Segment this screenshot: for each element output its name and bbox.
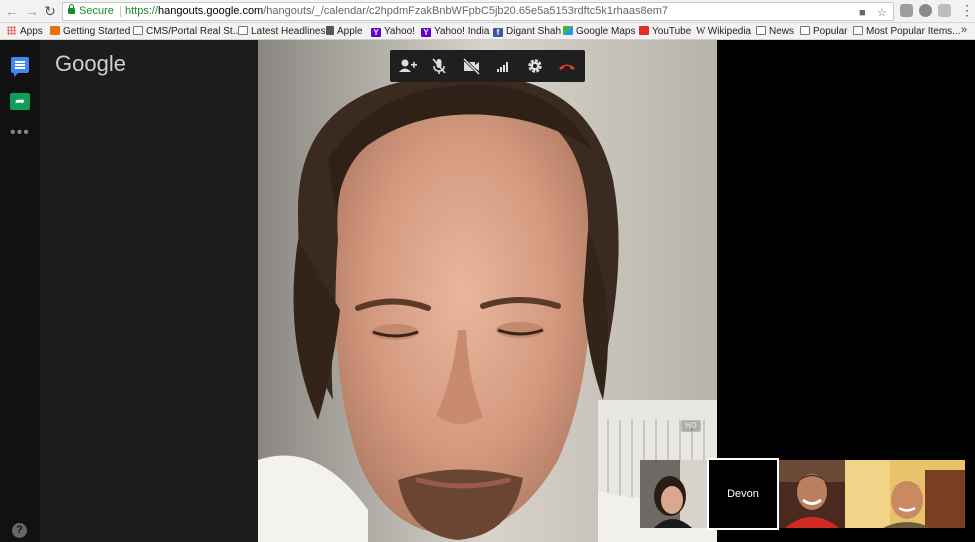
bookmark-cms-portal[interactable]: CMS/Portal Real St... [133, 25, 241, 38]
browser-menu-icon[interactable]: ⋮ [960, 3, 974, 17]
apps-grid-icon [7, 26, 16, 35]
youtube-icon [639, 26, 649, 35]
mute-mic-icon[interactable] [423, 50, 455, 82]
firefox-icon [50, 26, 60, 35]
participant-thumbnail[interactable] [640, 460, 707, 528]
facebook-icon: f [493, 28, 503, 37]
participant-thumbnail[interactable] [779, 460, 845, 528]
folder-icon [238, 26, 248, 35]
address-bar[interactable]: Secure https://hangouts.google.com/hango… [62, 2, 894, 21]
folder-icon [853, 26, 863, 35]
signal-icon[interactable] [487, 50, 519, 82]
camera-icon[interactable]: ■ [859, 5, 866, 20]
bookmark-latest-headlines[interactable]: Latest Headlines [238, 25, 326, 38]
bookmark-apps[interactable]: Apps [7, 25, 43, 38]
lock-icon [68, 4, 75, 15]
bookmark-getting-started[interactable]: Getting Started [50, 25, 130, 38]
video-off-icon[interactable] [455, 50, 487, 82]
reload-icon[interactable]: ↻ [42, 3, 58, 19]
bookmark-yahoo-india[interactable]: Y Yahoo! India [421, 25, 489, 38]
bookmark-google-maps[interactable]: Google Maps [563, 25, 635, 38]
call-toolbar [390, 50, 585, 82]
screen-share-icon[interactable]: ➦ [10, 93, 30, 110]
shield-icon[interactable] [938, 4, 951, 17]
browser-toolbar: ← → ↻ Secure https://hangouts.google.com… [0, 0, 975, 23]
bookmark-news[interactable]: News [756, 25, 794, 38]
url-text: https://hangouts.google.com/hangouts/_/c… [125, 5, 669, 17]
forward-icon[interactable]: → [24, 3, 40, 19]
hangouts-rail [0, 40, 40, 542]
bookmark-popular[interactable]: Popular [800, 25, 847, 38]
extension-icon[interactable] [919, 4, 932, 17]
yahoo-icon: Y [371, 28, 381, 37]
bookmark-youtube[interactable]: YouTube [639, 25, 691, 38]
maps-icon [563, 26, 573, 35]
folder-icon [133, 26, 143, 35]
add-person-icon[interactable] [391, 50, 423, 82]
secure-label: Secure [79, 5, 114, 17]
bookmark-digant-shah[interactable]: f Digant Shah [493, 25, 561, 38]
more-options-icon[interactable]: ••• [10, 125, 30, 141]
bookmarks-bar: Apps Getting Started CMS/Portal Real St.… [0, 23, 975, 40]
yahoo-icon: Y [421, 28, 431, 37]
hangouts-sidebar [40, 40, 258, 542]
google-logo: Google [55, 51, 126, 76]
wikipedia-icon: W [696, 26, 708, 37]
settings-icon[interactable] [519, 50, 551, 82]
help-icon[interactable]: ? [12, 523, 27, 538]
hang-up-icon[interactable] [551, 50, 583, 82]
apple-icon [326, 26, 334, 35]
folder-icon [756, 26, 766, 35]
chat-icon[interactable] [11, 57, 29, 77]
extension-icon[interactable] [900, 4, 913, 17]
bookmark-apple[interactable]: Apple [326, 25, 363, 38]
participant-thumbnail[interactable] [845, 460, 965, 528]
bookmark-yahoo[interactable]: Y Yahoo! [371, 25, 415, 38]
divider [120, 6, 121, 17]
bookmark-most-popular[interactable]: Most Popular Items... [853, 25, 960, 38]
bookmark-wikipedia[interactable]: W Wikipedia [696, 25, 751, 38]
back-icon[interactable]: ← [4, 3, 20, 19]
bookmark-star-icon[interactable]: ☆ [877, 5, 887, 20]
bookmarks-overflow-icon[interactable]: » [961, 24, 967, 36]
folder-icon [800, 26, 810, 35]
participant-tile-devon[interactable]: Devon [707, 458, 779, 530]
hd-badge: HD [681, 420, 701, 432]
